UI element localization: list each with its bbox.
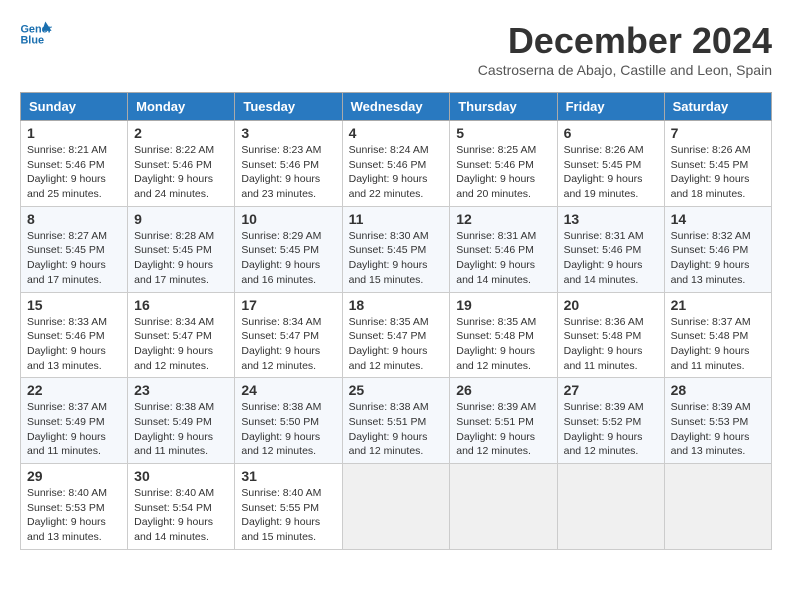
calendar-table: Sunday Monday Tuesday Wednesday Thursday…	[20, 92, 772, 550]
col-saturday: Saturday	[664, 93, 771, 121]
table-row: 9Sunrise: 8:28 AM Sunset: 5:45 PM Daylig…	[128, 206, 235, 292]
calendar-week-2: 15Sunrise: 8:33 AM Sunset: 5:46 PM Dayli…	[21, 292, 772, 378]
table-row: 27Sunrise: 8:39 AM Sunset: 5:52 PM Dayli…	[557, 378, 664, 464]
table-row	[557, 464, 664, 550]
col-monday: Monday	[128, 93, 235, 121]
col-sunday: Sunday	[21, 93, 128, 121]
table-row: 11Sunrise: 8:30 AM Sunset: 5:45 PM Dayli…	[342, 206, 450, 292]
table-row: 3Sunrise: 8:23 AM Sunset: 5:46 PM Daylig…	[235, 121, 342, 207]
table-row: 17Sunrise: 8:34 AM Sunset: 5:47 PM Dayli…	[235, 292, 342, 378]
calendar-header-row: Sunday Monday Tuesday Wednesday Thursday…	[21, 93, 772, 121]
table-row: 16Sunrise: 8:34 AM Sunset: 5:47 PM Dayli…	[128, 292, 235, 378]
table-row	[664, 464, 771, 550]
table-row: 5Sunrise: 8:25 AM Sunset: 5:46 PM Daylig…	[450, 121, 557, 207]
table-row: 18Sunrise: 8:35 AM Sunset: 5:47 PM Dayli…	[342, 292, 450, 378]
calendar-week-3: 22Sunrise: 8:37 AM Sunset: 5:49 PM Dayli…	[21, 378, 772, 464]
table-row: 13Sunrise: 8:31 AM Sunset: 5:46 PM Dayli…	[557, 206, 664, 292]
calendar-week-1: 8Sunrise: 8:27 AM Sunset: 5:45 PM Daylig…	[21, 206, 772, 292]
table-row: 31Sunrise: 8:40 AM Sunset: 5:55 PM Dayli…	[235, 464, 342, 550]
table-row: 28Sunrise: 8:39 AM Sunset: 5:53 PM Dayli…	[664, 378, 771, 464]
table-row: 10Sunrise: 8:29 AM Sunset: 5:45 PM Dayli…	[235, 206, 342, 292]
table-row: 19Sunrise: 8:35 AM Sunset: 5:48 PM Dayli…	[450, 292, 557, 378]
table-row	[342, 464, 450, 550]
month-title: December 2024	[478, 20, 772, 62]
svg-text:Blue: Blue	[20, 34, 44, 46]
table-row: 2Sunrise: 8:22 AM Sunset: 5:46 PM Daylig…	[128, 121, 235, 207]
col-wednesday: Wednesday	[342, 93, 450, 121]
table-row: 4Sunrise: 8:24 AM Sunset: 5:46 PM Daylig…	[342, 121, 450, 207]
table-row	[450, 464, 557, 550]
table-row: 29Sunrise: 8:40 AM Sunset: 5:53 PM Dayli…	[21, 464, 128, 550]
table-row: 25Sunrise: 8:38 AM Sunset: 5:51 PM Dayli…	[342, 378, 450, 464]
logo: General Blue	[20, 20, 52, 48]
table-row: 1Sunrise: 8:21 AM Sunset: 5:46 PM Daylig…	[21, 121, 128, 207]
table-row: 15Sunrise: 8:33 AM Sunset: 5:46 PM Dayli…	[21, 292, 128, 378]
table-row: 7Sunrise: 8:26 AM Sunset: 5:45 PM Daylig…	[664, 121, 771, 207]
table-row: 24Sunrise: 8:38 AM Sunset: 5:50 PM Dayli…	[235, 378, 342, 464]
location-subtitle: Castroserna de Abajo, Castille and Leon,…	[478, 62, 772, 78]
table-row: 23Sunrise: 8:38 AM Sunset: 5:49 PM Dayli…	[128, 378, 235, 464]
calendar-week-4: 29Sunrise: 8:40 AM Sunset: 5:53 PM Dayli…	[21, 464, 772, 550]
table-row: 8Sunrise: 8:27 AM Sunset: 5:45 PM Daylig…	[21, 206, 128, 292]
col-thursday: Thursday	[450, 93, 557, 121]
logo-icon: General Blue	[20, 20, 52, 48]
header: General Blue December 2024 Castroserna d…	[20, 20, 772, 88]
table-row: 22Sunrise: 8:37 AM Sunset: 5:49 PM Dayli…	[21, 378, 128, 464]
table-row: 30Sunrise: 8:40 AM Sunset: 5:54 PM Dayli…	[128, 464, 235, 550]
table-row: 21Sunrise: 8:37 AM Sunset: 5:48 PM Dayli…	[664, 292, 771, 378]
table-row: 14Sunrise: 8:32 AM Sunset: 5:46 PM Dayli…	[664, 206, 771, 292]
col-tuesday: Tuesday	[235, 93, 342, 121]
col-friday: Friday	[557, 93, 664, 121]
table-row: 12Sunrise: 8:31 AM Sunset: 5:46 PM Dayli…	[450, 206, 557, 292]
table-row: 20Sunrise: 8:36 AM Sunset: 5:48 PM Dayli…	[557, 292, 664, 378]
table-row: 6Sunrise: 8:26 AM Sunset: 5:45 PM Daylig…	[557, 121, 664, 207]
table-row: 26Sunrise: 8:39 AM Sunset: 5:51 PM Dayli…	[450, 378, 557, 464]
calendar-week-0: 1Sunrise: 8:21 AM Sunset: 5:46 PM Daylig…	[21, 121, 772, 207]
